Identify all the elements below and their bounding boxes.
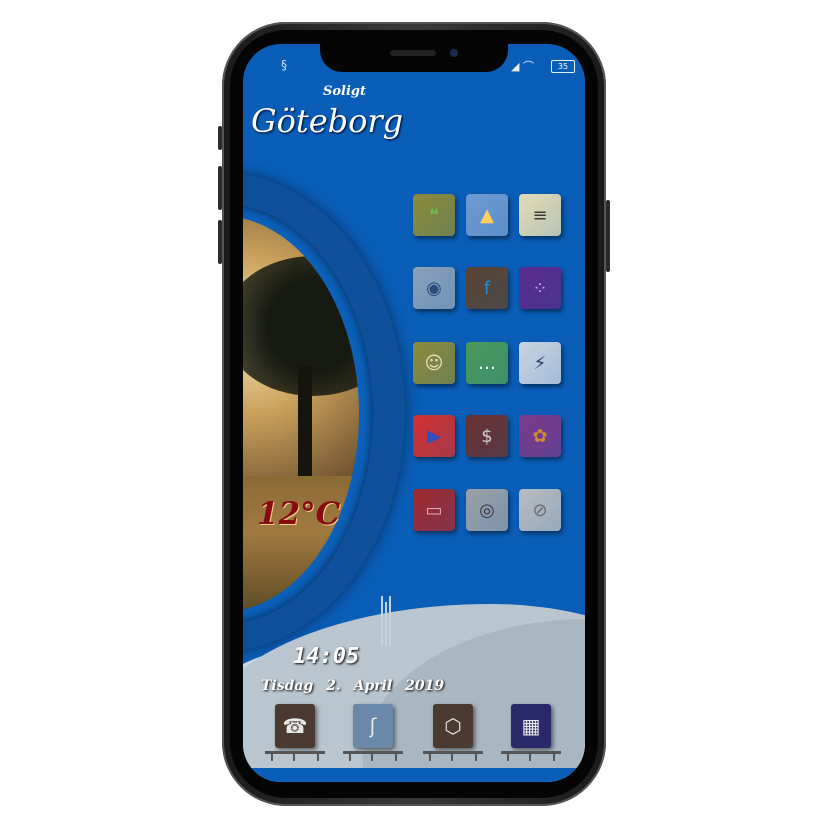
- phone-app[interactable]: ☎: [265, 704, 325, 764]
- folder-app[interactable]: ▭: [413, 489, 455, 531]
- dock-stand-leg: [529, 751, 531, 761]
- settings-app[interactable]: ⊘: [519, 489, 561, 531]
- front-camera: [450, 49, 458, 57]
- swoosh-icon: ʃ: [353, 704, 393, 748]
- side-button: [606, 200, 610, 272]
- dock-stand: [343, 751, 403, 754]
- lightning-icon: ⚡: [533, 352, 547, 374]
- dock-stand-leg: [317, 751, 319, 761]
- facebook-book-icon: f: [483, 277, 491, 299]
- instagram-app[interactable]: ◎: [466, 489, 508, 531]
- rainbow-camera-icon: ◎: [479, 499, 495, 521]
- dock-stand-leg: [349, 751, 351, 761]
- battery-indicator: 35: [551, 60, 575, 73]
- dock-stand-leg: [371, 751, 373, 761]
- volume-down-button: [218, 220, 222, 264]
- dock-stand-leg: [395, 751, 397, 761]
- date-day: Tisdag 2.: [261, 678, 341, 694]
- messages-app[interactable]: ❝: [413, 194, 455, 236]
- toggle-switch-icon: ⊘: [532, 499, 548, 521]
- weather-app[interactable]: ⚡: [519, 342, 561, 384]
- dock-stand-leg: [429, 751, 431, 761]
- facebook-app[interactable]: f: [466, 267, 508, 309]
- notepad-icon: ≡: [532, 204, 548, 226]
- flower-icon: ✿: [532, 425, 548, 447]
- flower-app[interactable]: ✿: [519, 415, 561, 457]
- dock-stand-leg: [507, 751, 509, 761]
- dock-stand: [265, 751, 325, 754]
- radio-tower-icon: [379, 596, 393, 646]
- dock-stand-leg: [271, 751, 273, 761]
- hexagon-icon: ⬡: [433, 704, 473, 748]
- dock-stand-leg: [451, 751, 453, 761]
- chat-bubbles-icon: ❝: [429, 204, 439, 226]
- home-indicator-bar: [243, 768, 585, 782]
- bank-building-icon: $: [481, 425, 493, 447]
- mute-switch: [218, 126, 222, 150]
- city-name: Göteborg: [251, 102, 404, 140]
- telephone-keypad-icon: ☎: [275, 704, 315, 748]
- temperature-label: 12°C: [257, 496, 341, 532]
- notes-app[interactable]: ≡: [519, 194, 561, 236]
- date-month-year: April 2019: [353, 678, 445, 694]
- dock-stand-leg: [553, 751, 555, 761]
- dock-stand: [501, 751, 561, 754]
- weather-condition: Soligt: [323, 84, 367, 99]
- gradient-tile-icon: ▦: [511, 704, 551, 748]
- camera-app[interactable]: ◉: [413, 267, 455, 309]
- photos-app[interactable]: ▲: [466, 194, 508, 236]
- weather-photo: [243, 216, 359, 612]
- speech-bubble-icon: …: [478, 352, 496, 374]
- chat-app[interactable]: …: [466, 342, 508, 384]
- volume-up-button: [218, 166, 222, 210]
- play-triangle-icon: ▶: [427, 425, 441, 447]
- red-folder-icon: ▭: [425, 499, 443, 521]
- bank-app[interactable]: $: [466, 415, 508, 457]
- ghost-icon: ☺: [424, 352, 444, 374]
- music-dock-app[interactable]: ▦: [501, 704, 561, 764]
- music-app[interactable]: ▶: [413, 415, 455, 457]
- clock-time: 14:05: [293, 644, 360, 669]
- speaker-grille: [390, 50, 436, 56]
- clock-date: Tisdag 2. April 2019: [261, 678, 444, 694]
- swirl-icon: §: [281, 58, 287, 72]
- dock-stand: [423, 751, 483, 754]
- home-screen: § ◢ ⌒ 35 Soligt Göteborg 12°C ❝ ▲ ≡ ◉ f ⁘ ☺ … ⚡ ▶…: [243, 44, 585, 782]
- purple-dots-icon: ⁘: [532, 277, 548, 299]
- dock-stand-leg: [293, 751, 295, 761]
- signal-icon: ◢ ⌒: [511, 60, 534, 73]
- game-app[interactable]: ⁘: [519, 267, 561, 309]
- browser-app[interactable]: ʃ: [343, 704, 403, 764]
- dock-stand-leg: [475, 751, 477, 761]
- mountain-sun-icon: ▲: [480, 204, 494, 226]
- camera-lens-icon: ◉: [426, 277, 442, 299]
- photos-dock-app[interactable]: ⬡: [423, 704, 483, 764]
- notch: [320, 40, 508, 72]
- snapchat-app[interactable]: ☺: [413, 342, 455, 384]
